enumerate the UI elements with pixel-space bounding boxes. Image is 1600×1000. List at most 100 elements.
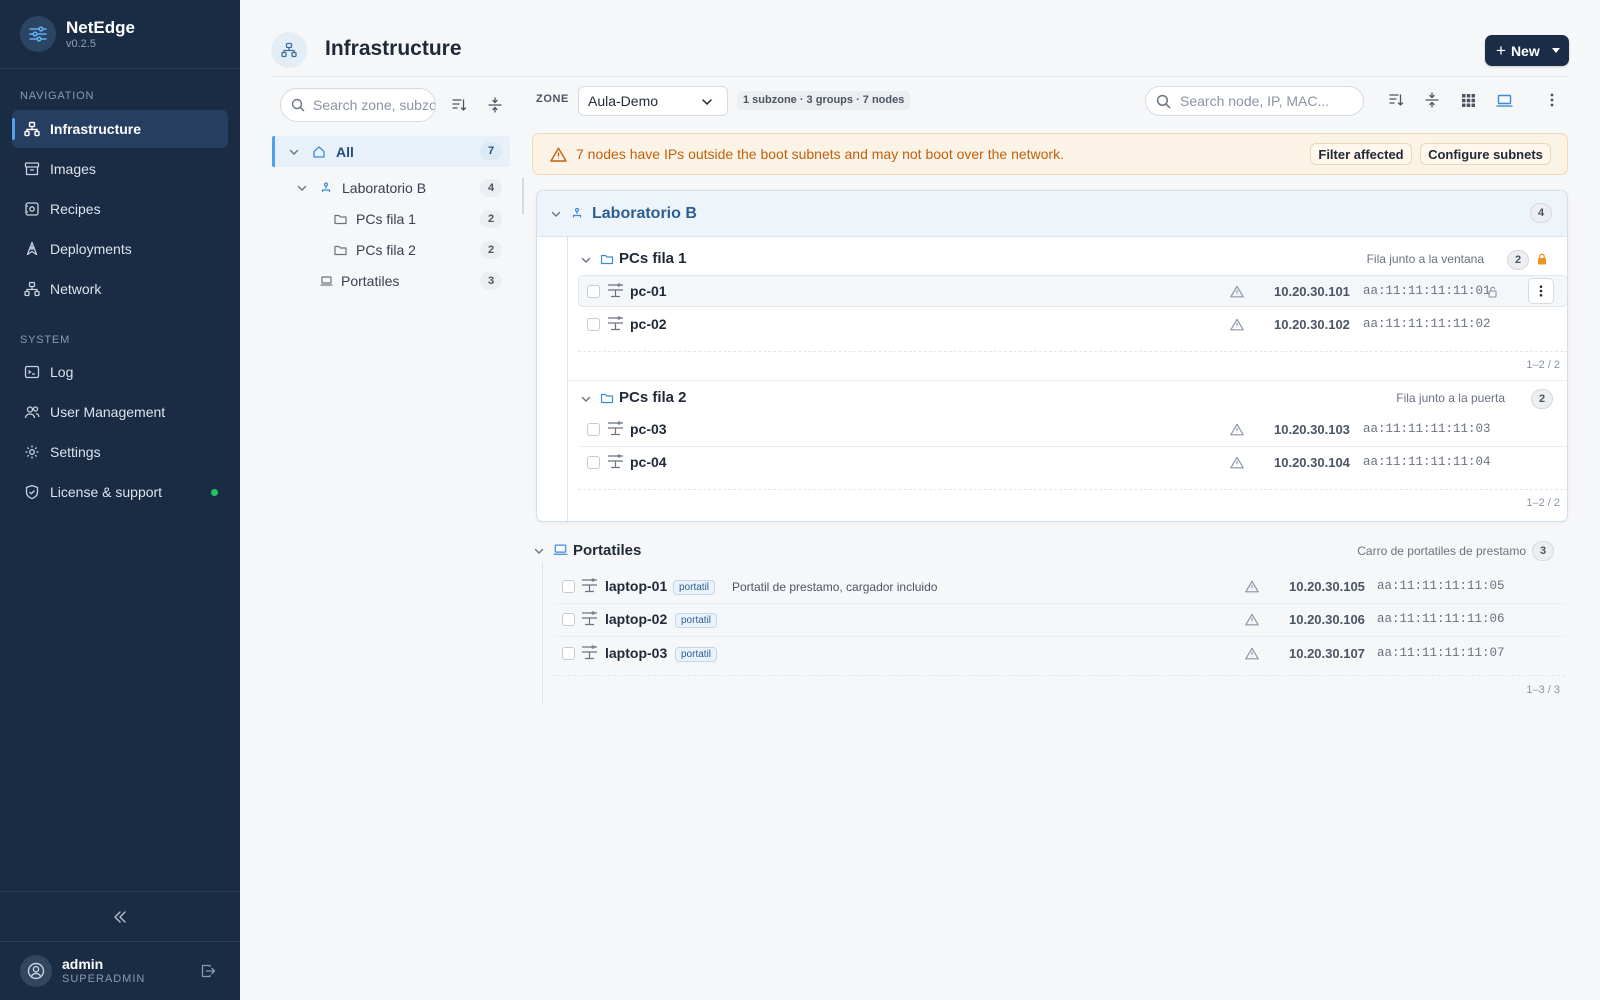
node-row-pc-04[interactable]: pc-04 10.20.30.104 aa:11:11:11:11:04: [578, 446, 1567, 478]
license-status-dot: [211, 489, 218, 496]
gear-icon: [25, 445, 39, 459]
group-description: Fila junto a la ventana: [1366, 252, 1484, 266]
zone-summary-badge: 1 subzone · 3 groups · 7 nodes: [737, 91, 911, 110]
home-icon: [313, 146, 325, 158]
pager-divider: [578, 489, 1567, 490]
warning-triangle-icon: [1230, 285, 1244, 298]
subzone-header[interactable]: Laboratorio B 4: [537, 191, 1567, 237]
tree-item-portatiles[interactable]: Portatiles: [320, 273, 399, 289]
network-nodes-icon: [24, 121, 40, 137]
tree-search-field[interactable]: [280, 88, 436, 122]
node-row-laptop-03[interactable]: laptop-03 portatil 10.20.30.107 aa:11:11…: [553, 637, 1565, 669]
tree-item-label: All: [336, 144, 354, 160]
group-title: PCs fila 1: [619, 250, 687, 267]
avatar: [20, 955, 52, 987]
app-name: NetEdge: [66, 18, 135, 37]
pager-divider: [553, 675, 1565, 676]
tree-guide-line: [542, 563, 543, 703]
chevron-down-icon[interactable]: [533, 545, 545, 557]
subzone-card-laboratorio-b: Laboratorio B 4 PCs fila 1 Fila junto a …: [536, 190, 1568, 522]
node-mac: aa:11:11:11:11:03: [1363, 422, 1491, 436]
chevron-down-icon[interactable]: [580, 393, 592, 405]
row-actions-button[interactable]: [1528, 278, 1554, 304]
grid-view-button[interactable]: [1457, 89, 1479, 111]
sidebar-item-recipes[interactable]: Recipes: [12, 190, 228, 228]
node-row-pc-03[interactable]: pc-03 10.20.30.103 aa:11:11:11:11:03: [578, 413, 1567, 445]
row-checkbox[interactable]: [587, 318, 600, 331]
logout-icon[interactable]: [200, 963, 216, 979]
tree-sort-button[interactable]: [448, 94, 470, 116]
tree-collapse-button[interactable]: [484, 94, 506, 116]
users-icon: [24, 406, 40, 419]
zone-select-value: Aula-Demo: [588, 93, 659, 109]
group-description: Fila junto a la puerta: [1396, 391, 1505, 405]
row-checkbox[interactable]: [562, 580, 575, 593]
zone-select[interactable]: Aula-Demo: [578, 86, 728, 116]
sidebar-item-network[interactable]: Network: [12, 270, 228, 308]
boot-subnet-warning: 7 nodes have IPs outside the boot subnet…: [532, 133, 1568, 175]
node-row-laptop-02[interactable]: laptop-02 portatil 10.20.30.106 aa:11:11…: [553, 603, 1565, 635]
sidebar-item-license-support[interactable]: License & support: [12, 473, 228, 511]
panel-resize-handle[interactable]: [522, 178, 524, 214]
sort-icon: [452, 99, 467, 111]
node-row-pc-02[interactable]: pc-02 10.20.30.102 aa:11:11:11:11:02: [578, 308, 1567, 340]
row-checkbox[interactable]: [587, 423, 600, 436]
warning-triangle-icon: [550, 147, 567, 162]
configure-subnets-button[interactable]: Configure subnets: [1420, 143, 1551, 165]
row-checkbox[interactable]: [587, 285, 600, 298]
sidebar-item-settings[interactable]: Settings: [12, 433, 228, 471]
row-checkbox[interactable]: [562, 613, 575, 626]
node-row-pc-01[interactable]: pc-01 10.20.30.101 aa:11:11:11:11:01: [578, 275, 1567, 307]
sidebar-item-deployments[interactable]: Deployments: [12, 230, 228, 268]
unlock-icon[interactable]: [1488, 286, 1498, 298]
tree-item-all[interactable]: All: [288, 144, 354, 160]
node-ip: 10.20.30.101: [1274, 284, 1350, 299]
node-search-input[interactable]: [1180, 93, 1363, 109]
sidebar-item-log[interactable]: Log: [12, 353, 228, 391]
tree-item-pcs-fila-2[interactable]: PCs fila 2: [334, 242, 416, 258]
group-pager: 1–3 / 3: [1526, 684, 1560, 696]
row-checkbox[interactable]: [587, 456, 600, 469]
tree-search-input[interactable]: [313, 97, 435, 113]
brand[interactable]: NetEdge v0.2.5: [0, 0, 240, 69]
sort-button[interactable]: [1385, 89, 1407, 111]
node-name: pc-03: [630, 421, 667, 437]
tree-item-label: Laboratorio B: [342, 180, 427, 196]
chevron-down-icon: [289, 149, 299, 155]
collapse-all-button[interactable]: [1421, 89, 1443, 111]
node-mac: aa:11:11:11:11:06: [1377, 612, 1505, 626]
shield-icon: [25, 484, 39, 500]
sidebar-item-label: Settings: [50, 444, 101, 460]
tree-item-pcs-fila-1[interactable]: PCs fila 1: [334, 211, 416, 227]
node-mac: aa:11:11:11:11:05: [1377, 579, 1505, 593]
lock-icon[interactable]: [1537, 253, 1547, 265]
group-count: 3: [1532, 541, 1554, 561]
node-ip: 10.20.30.102: [1274, 317, 1350, 332]
infrastructure-header-icon: [271, 32, 307, 68]
node-name: pc-02: [630, 316, 667, 332]
node-ip: 10.20.30.106: [1289, 612, 1365, 627]
network-icon: [24, 281, 40, 297]
desktop-node-icon: [582, 611, 597, 626]
zone-label: ZONE: [536, 93, 569, 105]
row-checkbox[interactable]: [562, 647, 575, 660]
filter-affected-button[interactable]: Filter affected: [1310, 143, 1412, 165]
sidebar-item-user-management[interactable]: User Management: [12, 393, 228, 431]
new-button[interactable]: + New: [1485, 35, 1569, 66]
collapse-sidebar-button[interactable]: [0, 891, 240, 941]
sidebar-item-infrastructure[interactable]: Infrastructure: [12, 110, 228, 148]
chevron-down-icon: [702, 99, 712, 106]
sidebar-item-images[interactable]: Images: [12, 150, 228, 188]
sidebar: NetEdge v0.2.5 NAVIGATION Infrastructure…: [0, 0, 240, 1000]
device-view-button[interactable]: [1493, 89, 1515, 111]
warning-triangle-icon: [1230, 318, 1244, 331]
user-profile[interactable]: admin SUPERADMIN: [0, 941, 240, 1000]
tree-item-laboratorio-b[interactable]: Laboratorio B: [296, 180, 426, 196]
more-options-button[interactable]: [1541, 89, 1563, 111]
desktop-node-icon: [608, 454, 623, 469]
node-search-field[interactable]: [1145, 86, 1364, 116]
node-mac: aa:11:11:11:11:01: [1363, 284, 1491, 298]
warning-triangle-icon: [1245, 613, 1259, 626]
node-row-laptop-01[interactable]: laptop-01 portatil Portatil de prestamo,…: [553, 570, 1565, 602]
chevron-down-icon[interactable]: [580, 254, 592, 266]
